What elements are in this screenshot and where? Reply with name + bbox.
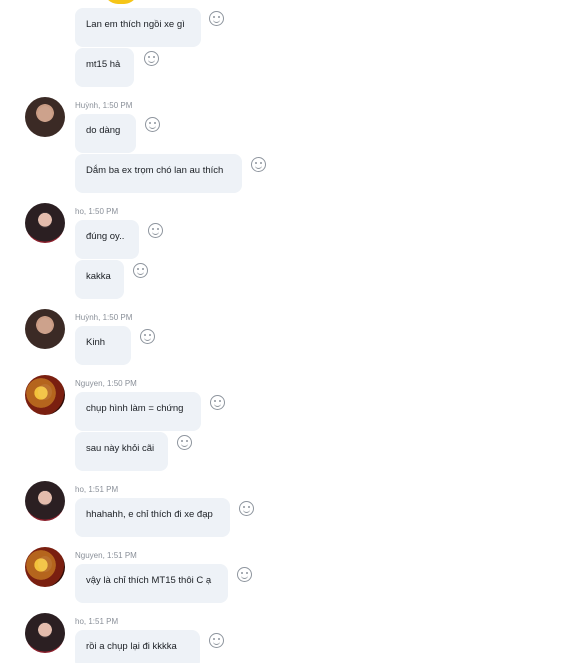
smiley-face-icon[interactable] xyxy=(209,633,224,648)
sender-timestamp: Nguyen, 1:50 PM xyxy=(75,379,137,388)
message-bubble[interactable]: chụp hình làm = chứng xyxy=(75,392,201,431)
smiley-face-icon[interactable] xyxy=(145,117,160,132)
sender-timestamp: Huỳnh, 1:50 PM xyxy=(75,313,133,322)
message-bubble[interactable]: sau này khỏi cãi xyxy=(75,432,168,471)
sender-timestamp: ho, 1:51 PM xyxy=(75,617,119,626)
smiley-face-icon[interactable] xyxy=(140,329,155,344)
message-bubble[interactable]: Lan em thích ngồi xe gì xyxy=(75,8,201,47)
avatar-huynh[interactable] xyxy=(25,97,65,137)
avatar-ho[interactable] xyxy=(25,613,65,653)
smiley-face-icon[interactable] xyxy=(133,263,148,278)
message-bubble[interactable]: vậy là chỉ thích MT15 thôi C ạ xyxy=(75,564,228,603)
chat-thread: Lan em thích ngồi xe gì mt15 hả Huỳnh, 1… xyxy=(0,0,571,663)
avatar-nguyen[interactable] xyxy=(25,375,65,415)
smiley-face-icon[interactable] xyxy=(209,11,224,26)
avatar-huynh[interactable] xyxy=(25,309,65,349)
sender-timestamp: Huỳnh, 1:50 PM xyxy=(75,101,133,110)
avatar-nguyen[interactable] xyxy=(25,547,65,587)
avatar-ho[interactable] xyxy=(25,203,65,243)
message-bubble[interactable]: Dắm ba ex trọm chó lan au thích xyxy=(75,154,242,193)
message-bubble[interactable]: đúng oy.. xyxy=(75,220,139,259)
avatar-ho[interactable] xyxy=(25,481,65,521)
sender-timestamp: ho, 1:51 PM xyxy=(75,485,119,494)
smiley-face-icon[interactable] xyxy=(237,567,252,582)
smiley-face-icon[interactable] xyxy=(144,51,159,66)
sender-timestamp: ho, 1:50 PM xyxy=(75,207,119,216)
message-bubble[interactable]: Kinh xyxy=(75,326,131,365)
message-bubble[interactable]: kakka xyxy=(75,260,124,299)
message-bubble[interactable]: mt15 hả xyxy=(75,48,134,87)
yellow-emoji-icon xyxy=(104,0,138,4)
message-bubble[interactable]: hhahahh, e chỉ thích đi xe đạp xyxy=(75,498,230,537)
smiley-face-icon[interactable] xyxy=(251,157,266,172)
message-bubble[interactable]: do dàng xyxy=(75,114,136,153)
smiley-face-icon[interactable] xyxy=(177,435,192,450)
sender-timestamp: Nguyen, 1:51 PM xyxy=(75,551,137,560)
smiley-face-icon[interactable] xyxy=(210,395,225,410)
message-bubble[interactable]: rồi a chụp lại đi kkkka xyxy=(75,630,200,663)
smiley-face-icon[interactable] xyxy=(239,501,254,516)
smiley-face-icon[interactable] xyxy=(148,223,163,238)
